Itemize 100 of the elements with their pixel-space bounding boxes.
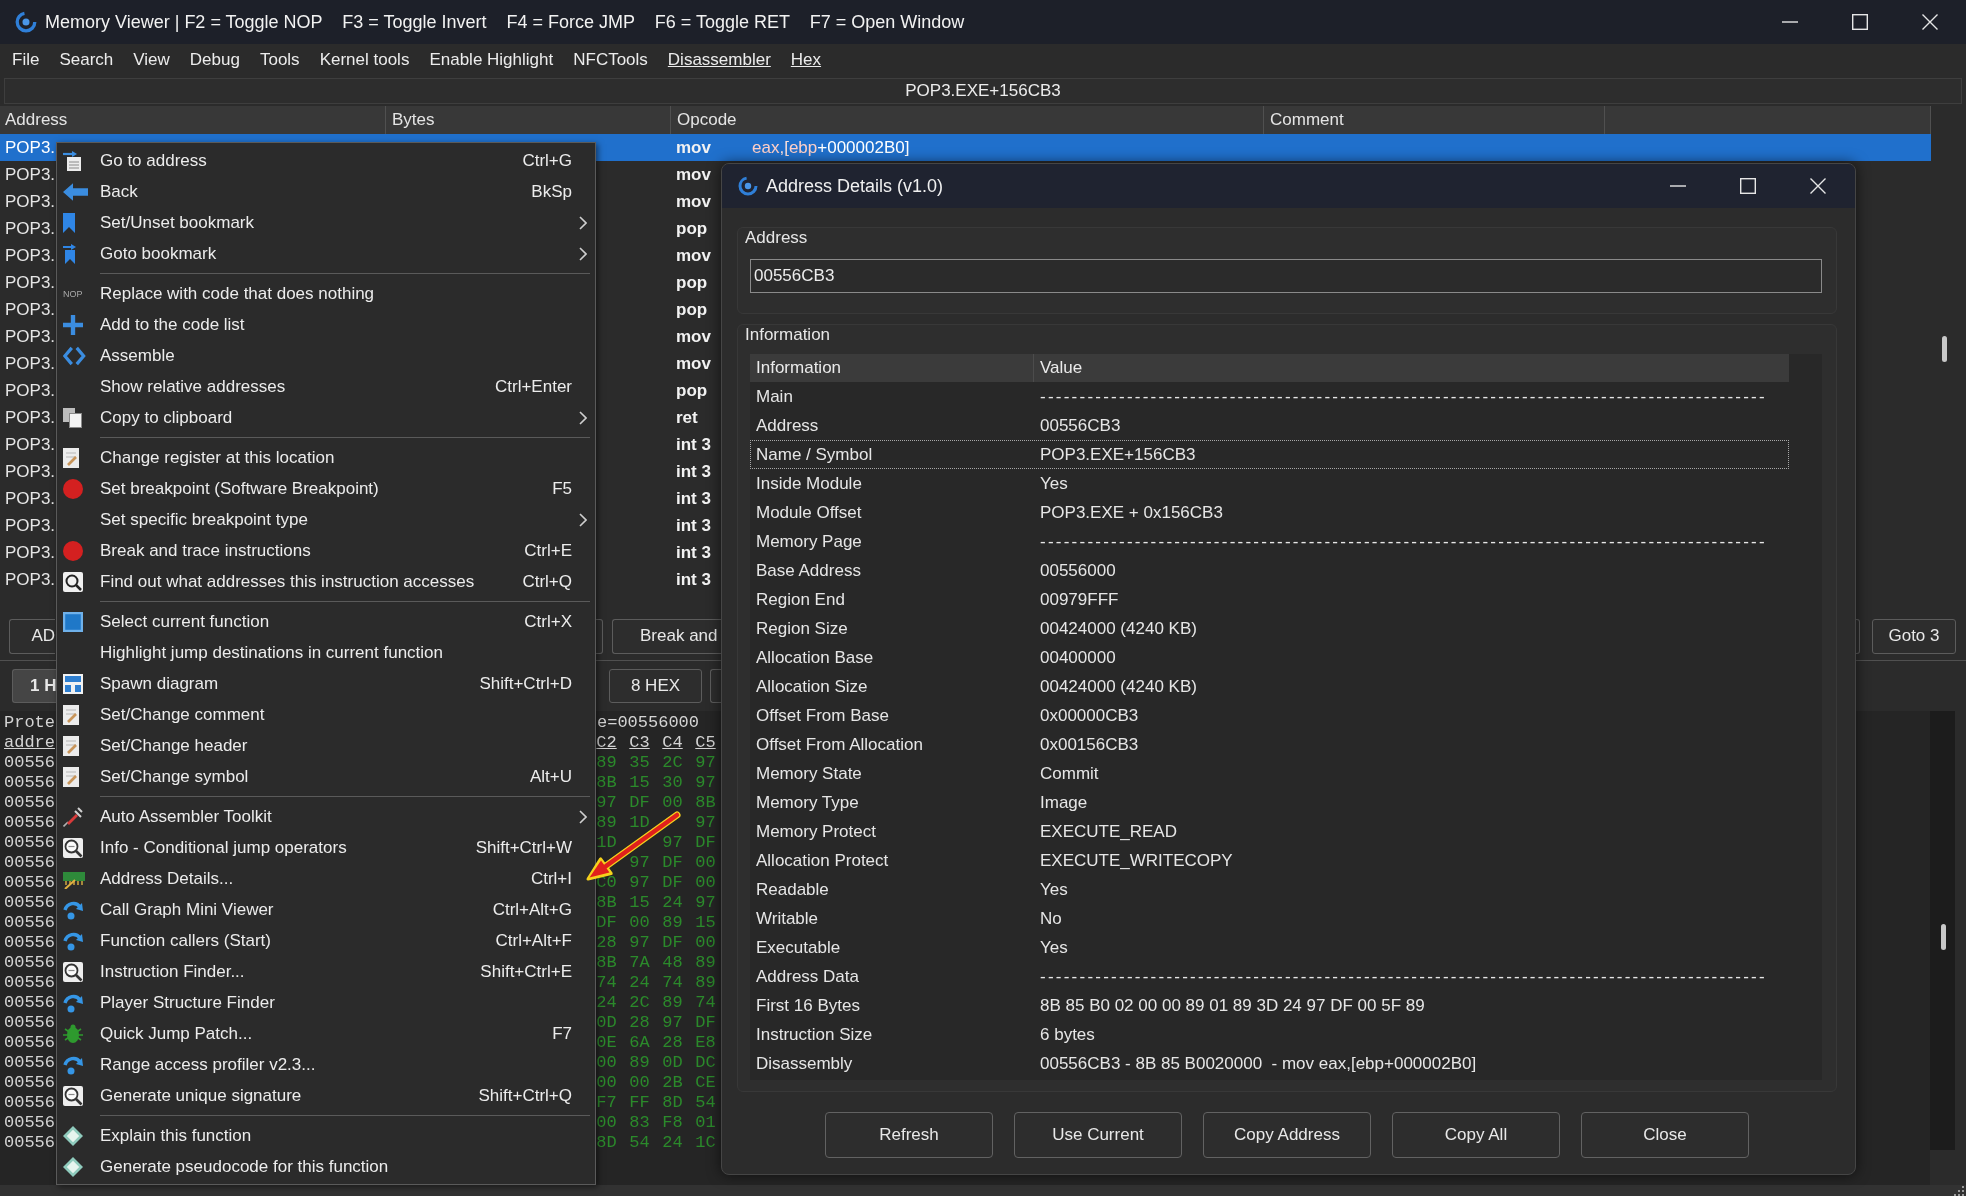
- view-tab[interactable]: 8 HEX: [609, 669, 702, 703]
- menu-item[interactable]: Set/Change header: [57, 730, 595, 761]
- menu-item[interactable]: NFCTools: [563, 50, 658, 70]
- menu-item[interactable]: Set/Unset bookmark: [57, 207, 595, 238]
- table-row[interactable]: Instruction Size 6 bytes: [750, 1020, 1789, 1049]
- menu-item[interactable]: Set breakpoint (Software Breakpoint) F5: [57, 473, 595, 504]
- menu-item[interactable]: Set/Change symbol Alt+U: [57, 761, 595, 792]
- table-row[interactable]: Offset From Allocation 0x00156CB3: [750, 730, 1789, 759]
- hex-byte: 74: [662, 973, 683, 993]
- menu-item[interactable]: Enable Highlight: [419, 50, 564, 70]
- hex-byte: 54: [629, 1133, 650, 1153]
- scrollbar-track[interactable]: [1930, 711, 1955, 1150]
- menu-item[interactable]: Set/Change comment: [57, 699, 595, 730]
- table-row[interactable]: Memory Protect EXECUTE_READ: [750, 817, 1789, 846]
- menu-item[interactable]: Call Graph Mini Viewer Ctrl+Alt+G: [57, 894, 595, 925]
- address-field[interactable]: 00556CB3: [750, 259, 1822, 293]
- hex-byte: 89: [662, 993, 683, 1013]
- menu-item[interactable]: File: [2, 50, 50, 70]
- menu-item[interactable]: Tools: [249, 50, 310, 70]
- table-cell-text: 00424000 (4240 KB): [1039, 676, 1197, 697]
- hex-byte: 97: [629, 853, 650, 873]
- address-text: 00556: [3, 893, 55, 913]
- menu-item[interactable]: Auto Assembler Toolkit: [57, 801, 595, 832]
- button-edge[interactable]: [710, 669, 721, 703]
- menu-item[interactable]: Range access profiler v2.3...: [57, 1049, 595, 1080]
- address-text: 00556: [3, 933, 55, 953]
- toolbar-button[interactable]: AD: [9, 618, 55, 654]
- hex-byte: 0D: [662, 1053, 683, 1073]
- hex-byte: 97: [662, 1013, 683, 1033]
- table-row[interactable]: Region End 00979FFF: [750, 585, 1789, 614]
- menu-item[interactable]: Hex: [780, 50, 832, 70]
- menu-item[interactable]: Show relative addresses Ctrl+Enter: [57, 371, 595, 402]
- menu-item[interactable]: Function callers (Start) Ctrl+Alt+F: [57, 925, 595, 956]
- table-row[interactable]: Module Offset POP3.EXE + 0x156CB3: [750, 498, 1789, 527]
- table-row[interactable]: Offset From Base 0x00000CB3: [750, 701, 1789, 730]
- menu-item[interactable]: View: [123, 50, 180, 70]
- menu-item[interactable]: Instruction Finder... Shift+Ctrl+E: [57, 956, 595, 987]
- menu-item[interactable]: Set specific breakpoint type: [57, 504, 595, 535]
- menu-item[interactable]: Disassembler: [657, 50, 781, 70]
- shortcut-text: Ctrl+Alt+G: [492, 899, 572, 920]
- menu-item[interactable]: Search: [49, 50, 124, 70]
- table-row[interactable]: Readable Yes: [750, 875, 1789, 904]
- group-label: Information: [744, 325, 831, 345]
- dialog-button[interactable]: Refresh: [825, 1112, 993, 1158]
- table-row[interactable]: Memory State Commit: [750, 759, 1789, 788]
- table-row[interactable]: Allocation Base 00400000: [750, 643, 1789, 672]
- menu-item[interactable]: Info - Conditional jump operators Shift+Ctrl+W: [57, 832, 595, 863]
- menu-item[interactable]: Player Structure Finder: [57, 987, 595, 1018]
- menu-item[interactable]: Select current function Ctrl+X: [57, 606, 595, 637]
- column-header: Address: [5, 110, 68, 130]
- menu-item[interactable]: Debug: [179, 50, 250, 70]
- menu-item[interactable]: Generate unique signature Shift+Ctrl+Q: [57, 1080, 595, 1111]
- table-row[interactable]: Address Data --------------------------------------------------------------------------------------------: [750, 962, 1789, 991]
- scrollbar-thumb[interactable]: [1941, 924, 1946, 950]
- info-text: e=00556000: [597, 713, 700, 733]
- table-row[interactable]: Inside Module Yes: [750, 469, 1789, 498]
- table-row[interactable]: Base Address 00556000: [750, 556, 1789, 585]
- scrollbar-thumb[interactable]: [1942, 336, 1947, 362]
- menu-item[interactable]: Change register at this location: [57, 442, 595, 473]
- address-text: POP3.: [5, 299, 56, 320]
- menu-item[interactable]: Address Details... Ctrl+I: [57, 863, 595, 894]
- menu-item[interactable]: Add to the code list: [57, 309, 595, 340]
- view-tab[interactable]: 1 H: [12, 669, 56, 703]
- menu-item[interactable]: Find out what addresses this instruction accesses Ctrl+Q: [57, 566, 595, 597]
- menu-item[interactable]: Break and trace instructions Ctrl+E: [57, 535, 595, 566]
- table-row[interactable]: Writable No: [750, 904, 1789, 933]
- shortcut-text: Shift+Ctrl+Q: [478, 1085, 572, 1106]
- table-row[interactable]: Region Size 00424000 (4240 KB): [750, 614, 1789, 643]
- table-row[interactable]: Disassembly 00556CB3 - 8B 85 B0020000 - mov eax,[ebp+000002B0]: [750, 1049, 1789, 1078]
- hex-byte: 28: [629, 1013, 650, 1033]
- table-row[interactable]: First 16 Bytes 8B 85 B0 02 00 00 89 01 89 3D 24 97 DF 00 5F 89: [750, 991, 1789, 1020]
- menu-item[interactable]: Explain this function: [57, 1120, 595, 1151]
- menu-item[interactable]: Back BkSp: [57, 176, 595, 207]
- hex-byte: 8D: [596, 1133, 617, 1153]
- table-cell-text: 00556CB3: [1039, 415, 1121, 436]
- table-row[interactable]: Address 00556CB3: [750, 411, 1789, 440]
- table-row[interactable]: Executable Yes: [750, 933, 1789, 962]
- table-row[interactable]: Name / Symbol POP3.EXE+156CB3: [750, 440, 1789, 469]
- menu-item[interactable]: Highlight jump destinations in current function: [57, 637, 595, 668]
- table-row[interactable]: Memory Type Image: [750, 788, 1789, 817]
- menu-item[interactable]: NOP Replace with code that does nothing: [57, 278, 595, 309]
- menu-item[interactable]: Generate pseudocode for this function: [57, 1151, 595, 1182]
- menu-item[interactable]: Goto bookmark: [57, 238, 595, 269]
- table-row[interactable]: Memory Page --------------------------------------------------------------------------------------------: [750, 527, 1789, 556]
- dialog-button[interactable]: Copy All: [1392, 1112, 1560, 1158]
- dialog-button[interactable]: Copy Address: [1203, 1112, 1371, 1158]
- menu-item[interactable]: Kernel tools: [309, 50, 420, 70]
- toolbar-button[interactable]: Goto 3: [1872, 618, 1956, 654]
- dialog-button[interactable]: Close: [1581, 1112, 1749, 1158]
- menu-item[interactable]: Copy to clipboard: [57, 402, 595, 433]
- toolbar-button[interactable]: Break and: [612, 618, 721, 654]
- menu-item[interactable]: Quick Jump Patch... F7: [57, 1018, 595, 1049]
- table-cell-text: Executable: [755, 937, 841, 958]
- menu-item[interactable]: Assemble: [57, 340, 595, 371]
- dialog-button[interactable]: Use Current: [1014, 1112, 1182, 1158]
- address-text: 00556: [3, 973, 55, 993]
- table-row[interactable]: Allocation Size 00424000 (4240 KB): [750, 672, 1789, 701]
- table-row[interactable]: Allocation Protect EXECUTE_WRITECOPY: [750, 846, 1789, 875]
- table-row[interactable]: Main --------------------------------------------------------------------------------------------: [750, 382, 1789, 411]
- menu-item[interactable]: Spawn diagram Shift+Ctrl+D: [57, 668, 595, 699]
